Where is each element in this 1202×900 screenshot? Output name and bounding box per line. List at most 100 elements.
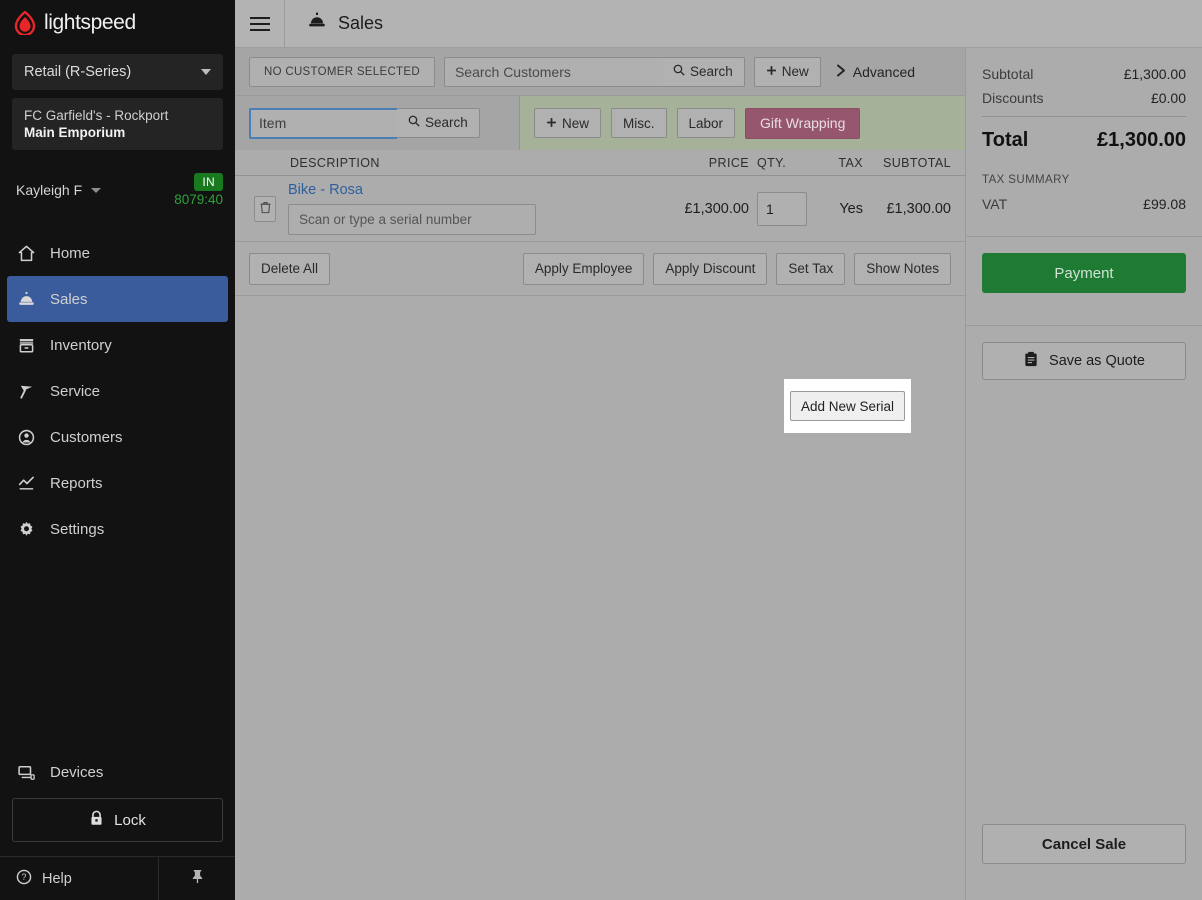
customer-search-input[interactable]: [443, 56, 662, 87]
add-new-serial-highlight: Add New Serial: [784, 379, 911, 433]
gift-wrapping-button[interactable]: Gift Wrapping: [745, 107, 861, 139]
hamburger-menu-button[interactable]: [235, 0, 285, 48]
pin-button[interactable]: [159, 857, 235, 900]
discounts-row: Discounts £0.00: [982, 90, 1186, 106]
sidebar-item-settings[interactable]: Settings: [0, 506, 235, 552]
bell-icon: [307, 11, 327, 36]
vat-value: £99.08: [1143, 196, 1186, 212]
svg-text:?: ?: [22, 872, 27, 882]
delete-all-button[interactable]: Delete All: [249, 252, 331, 285]
sidebar-footer: ? Help: [0, 856, 235, 900]
sidebar-item-label: Settings: [50, 520, 105, 538]
user-menu[interactable]: Kayleigh F: [16, 182, 102, 198]
add-new-serial-button[interactable]: Add New Serial: [789, 391, 906, 421]
customer-search-button[interactable]: Search: [661, 56, 745, 87]
clock-timer: 8079:40: [174, 192, 223, 207]
line-item-price: £1,300.00: [684, 200, 749, 217]
show-notes-button[interactable]: Show Notes: [854, 252, 951, 285]
line-item-description: Bike - Rosa: [288, 182, 654, 235]
chart-icon: [16, 473, 36, 493]
help-icon: ?: [16, 869, 32, 889]
sidebar-item-devices[interactable]: Devices: [0, 750, 235, 794]
totals-panel: Subtotal £1,300.00 Discounts £0.00 Total…: [966, 48, 1202, 900]
trash-icon: [260, 201, 271, 217]
box-icon: [16, 335, 36, 355]
help-button[interactable]: ? Help: [0, 857, 159, 900]
user-name: Kayleigh F: [16, 182, 83, 198]
vat-label: VAT: [982, 196, 1008, 212]
sale-panel: NO CUSTOMER SELECTED Search Customers Se…: [235, 48, 966, 900]
devices-label: Devices: [50, 763, 104, 781]
item-search-button[interactable]: Search: [397, 107, 480, 138]
line-items-header: DESCRIPTION PRICE QTY. TAX SUBTOTAL: [235, 150, 965, 176]
lock-label: Lock: [114, 811, 146, 829]
content-wrapper: NO CUSTOMER SELECTED Search Customers Se…: [235, 48, 1202, 900]
sidebar-item-sales[interactable]: Sales: [7, 276, 228, 322]
total-label: Total: [982, 129, 1029, 151]
sidebar-item-service[interactable]: Service: [0, 368, 235, 414]
shop-info[interactable]: FC Garfield's - Rockport Main Emporium: [12, 98, 223, 150]
quantity-input[interactable]: [757, 191, 807, 226]
quote-section: Save as Quote: [966, 326, 1202, 396]
line-item-qty-cell: [749, 191, 811, 226]
sidebar-item-reports[interactable]: Reports: [0, 460, 235, 506]
brand-name: lightspeed: [44, 11, 136, 34]
payment-button[interactable]: Payment: [982, 253, 1186, 293]
sidebar-item-inventory[interactable]: Inventory: [0, 322, 235, 368]
shop-name: FC Garfield's - Rockport: [24, 108, 169, 123]
sidebar-item-home[interactable]: Home: [0, 230, 235, 276]
no-customer-selected-badge[interactable]: NO CUSTOMER SELECTED: [249, 56, 435, 87]
line-item-tax: Yes: [839, 200, 863, 217]
sidebar-item-label: Sales: [50, 290, 88, 308]
delete-line-item-button[interactable]: [254, 195, 276, 222]
chevron-down-icon: [91, 187, 102, 193]
sidebar-item-label: Customers: [50, 428, 123, 446]
line-item-subtotal: £1,300.00: [886, 200, 951, 217]
home-icon: [16, 243, 36, 263]
new-item-label: New: [562, 115, 590, 131]
main-area: Sales NO CUSTOMER SELECTED Search Custom…: [235, 0, 1202, 900]
lock-button[interactable]: Lock: [12, 798, 223, 842]
clock-status: IN 8079:40: [174, 173, 223, 207]
advanced-search-link[interactable]: Advanced: [836, 64, 915, 80]
new-customer-label: New: [781, 64, 809, 79]
sidebar-item-customers[interactable]: Customers: [0, 414, 235, 460]
brand-logo: lightspeed: [0, 0, 235, 46]
chevron-down-icon: [201, 69, 211, 75]
column-header-subtotal: SUBTOTAL: [882, 155, 951, 170]
labor-button[interactable]: Labor: [676, 108, 736, 138]
column-header-tax: TAX: [838, 155, 863, 170]
sidebar-item-label: Inventory: [50, 336, 112, 354]
save-as-quote-button[interactable]: Save as Quote: [982, 342, 1186, 380]
devices-icon: [16, 762, 36, 782]
new-customer-button[interactable]: New: [753, 56, 821, 87]
apply-discount-button[interactable]: Apply Discount: [653, 252, 768, 285]
product-selector-label: Retail (R-Series): [24, 64, 132, 80]
cancel-sale-button[interactable]: Cancel Sale: [982, 824, 1186, 864]
save-as-quote-label: Save as Quote: [1049, 353, 1145, 369]
page-title: Sales: [285, 11, 383, 36]
plus-icon: [766, 64, 777, 79]
column-header-price: PRICE: [708, 155, 749, 170]
line-item-title[interactable]: Bike - Rosa: [288, 182, 644, 198]
help-label: Help: [42, 870, 72, 887]
clipboard-icon: [1023, 351, 1039, 372]
shop-register: Main Emporium: [24, 125, 126, 140]
pin-icon: [190, 868, 205, 890]
main-navigation: Home Sales Inventory Service Customers R…: [0, 230, 235, 552]
plus-icon: [546, 116, 557, 131]
pos-application: lightspeed Retail (R-Series) FC Garfield…: [0, 0, 1202, 900]
product-selector[interactable]: Retail (R-Series): [12, 54, 223, 90]
column-header-description: DESCRIPTION: [290, 155, 380, 170]
hamburger-icon: [249, 16, 270, 31]
apply-employee-button[interactable]: Apply Employee: [522, 252, 645, 285]
item-search-input[interactable]: [249, 107, 397, 139]
total-row: Total £1,300.00: [982, 129, 1186, 152]
new-item-button[interactable]: New: [534, 108, 602, 138]
set-tax-button[interactable]: Set Tax: [776, 252, 846, 285]
payment-section: Payment: [966, 237, 1202, 309]
misc-button[interactable]: Misc.: [611, 108, 667, 138]
serial-number-input[interactable]: [288, 204, 536, 235]
customer-search-group: Search: [443, 56, 745, 87]
totals-section: Subtotal £1,300.00 Discounts £0.00 Total…: [966, 48, 1202, 220]
